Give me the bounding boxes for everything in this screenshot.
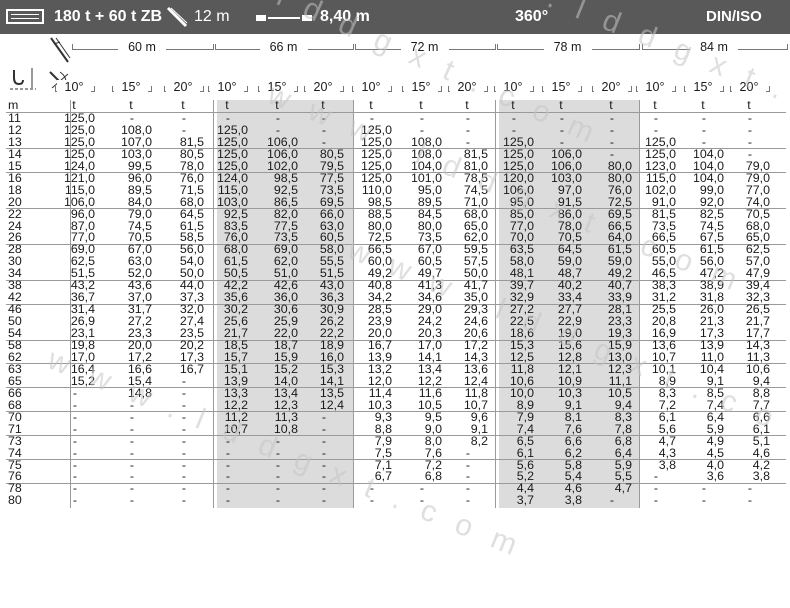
boom-jib-icon xyxy=(48,36,72,64)
load-value: - xyxy=(609,493,615,508)
boom-length-label: 78 m xyxy=(543,40,592,54)
radius-label: 80 xyxy=(8,493,22,508)
load-value: - xyxy=(701,493,707,508)
offset-angle-label: 10° xyxy=(354,80,388,94)
hook-radius-icon xyxy=(6,66,38,92)
load-value: - xyxy=(129,493,135,508)
load-chart-page: 180 t + 60 t ZB 12 m 8,40 m 360° DIN/ISO… xyxy=(0,0,790,608)
load-value: 3,7 xyxy=(516,493,534,508)
offset-angle-label: 10° xyxy=(57,80,91,94)
standard-label: DIN/ISO xyxy=(706,8,762,25)
jib-length-label: 12 m xyxy=(194,8,230,25)
offset-angle-label: 20° xyxy=(166,80,200,94)
counterweight-icon xyxy=(6,9,44,24)
load-value: - xyxy=(225,493,231,508)
load-value: - xyxy=(72,493,78,508)
offset-angle-label: 15° xyxy=(114,80,148,94)
offset-angle-label: 10° xyxy=(638,80,672,94)
load-value: - xyxy=(275,493,281,508)
offset-angle-label: 20° xyxy=(594,80,628,94)
load-value: - xyxy=(653,493,659,508)
load-value: 3,8 xyxy=(564,493,582,508)
offset-angle-label: 10° xyxy=(210,80,244,94)
load-value: - xyxy=(465,493,471,508)
offset-angle-label: 15° xyxy=(544,80,578,94)
row-separator xyxy=(6,112,786,114)
load-value: - xyxy=(321,493,327,508)
counterweight-label: 180 t + 60 t ZB xyxy=(54,8,163,25)
jib-icon xyxy=(166,5,188,29)
load-value: - xyxy=(181,493,187,508)
load-value: - xyxy=(747,493,753,508)
boom-length-label: 60 m xyxy=(118,40,166,54)
boom-length-label: 66 m xyxy=(259,40,308,54)
